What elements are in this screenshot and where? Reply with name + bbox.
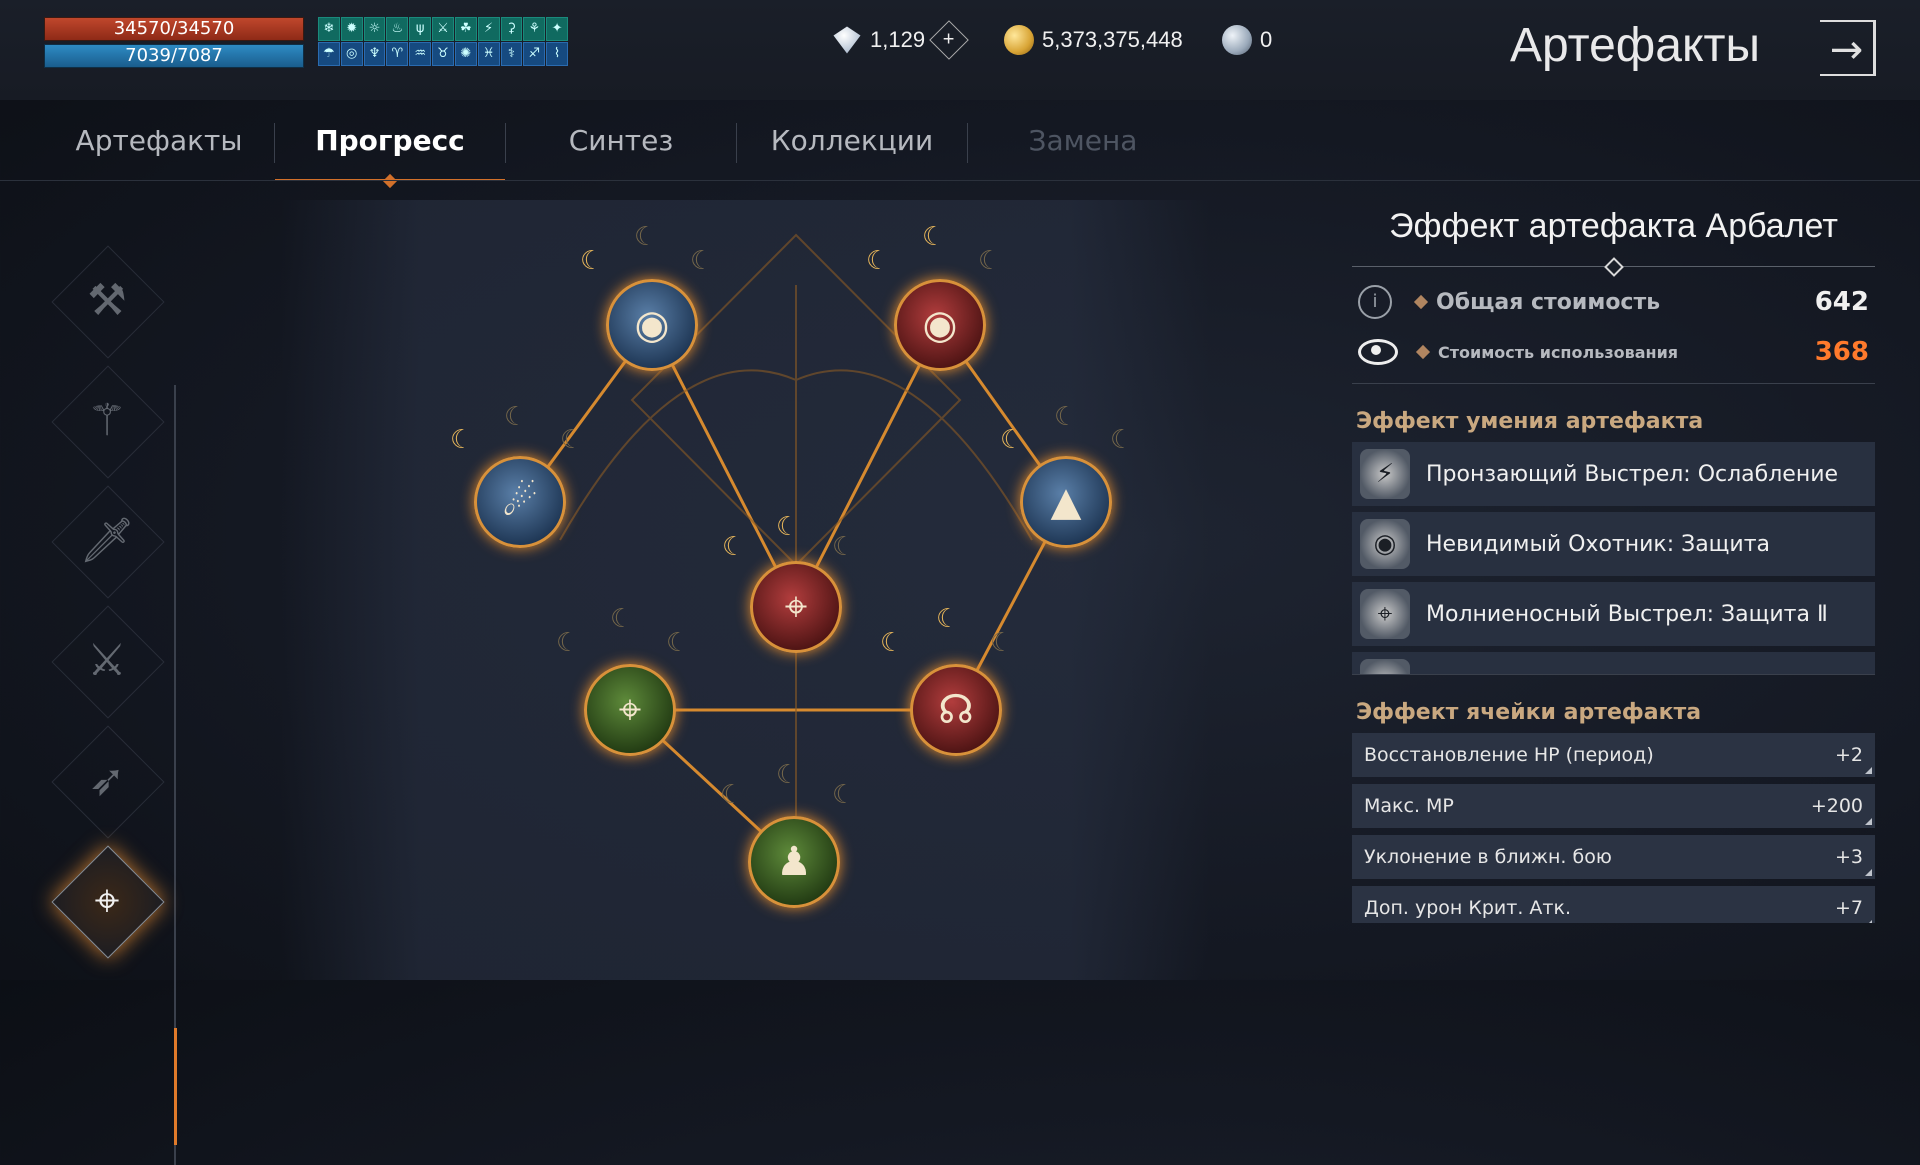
artifact-effect-panel: Эффект артефакта Арбалет i Общая стоимос… xyxy=(1352,196,1875,923)
skill-effect-item[interactable]: ◉ Невидимый Охотник: Защита xyxy=(1352,512,1875,576)
skill-effect-heading: Эффект умения артефакта xyxy=(1356,409,1704,434)
artifact-node-3[interactable]: ☄ xyxy=(474,456,566,548)
moon-slot-icon: ☾ xyxy=(1000,425,1024,455)
artifact-node-1[interactable]: ◉ xyxy=(606,279,698,371)
moon-slot-icon: ☾ xyxy=(666,628,690,658)
moon-slot-icon: ☾ xyxy=(580,246,604,276)
moon-slot-icon: ☾ xyxy=(450,425,474,455)
cost-diamond-icon xyxy=(1415,344,1431,360)
cost-diamond-icon xyxy=(1413,294,1429,310)
cell-effect-list[interactable]: Восстановление HP (период) +2 Макс. MP +200… xyxy=(1352,733,1875,923)
connector-line xyxy=(794,324,942,608)
moon-slot-icon: ☾ xyxy=(720,780,744,810)
total-cost-label: Общая стоимость xyxy=(1436,289,1661,315)
skill-name: Пронзающий Выстрел: Ослабление xyxy=(1426,461,1839,487)
skill-effect-list[interactable]: ⚡ Пронзающий Выстрел: Ослабление ◉ Невидимы… xyxy=(1352,442,1875,675)
skill-effect-item[interactable]: ⚡ Пронзающий Выстрел: Ослабление xyxy=(1352,442,1875,506)
cell-effect-label: Макс. MP xyxy=(1364,795,1454,817)
cell-effect-item[interactable]: Уклонение в ближн. бою +3 xyxy=(1352,835,1875,879)
total-cost-value: 642 xyxy=(1814,287,1869,317)
use-cost-row: Стоимость использования 368 xyxy=(1352,327,1875,377)
skill-icon: ⚡ xyxy=(1360,449,1410,499)
moon-slot-icon: ☾ xyxy=(936,604,960,634)
moon-slot-icon: ☾ xyxy=(560,425,584,455)
use-cost-value: 368 xyxy=(1814,337,1869,367)
moon-slot-icon: ☾ xyxy=(776,760,800,790)
connector-line xyxy=(650,324,798,608)
skill-icon: ◉ xyxy=(1360,519,1410,569)
skill-icon: ⌖ xyxy=(1360,589,1410,639)
cell-effect-label: Уклонение в ближн. бою xyxy=(1364,846,1612,868)
section-divider xyxy=(1352,383,1875,384)
moon-slot-icon: ☾ xyxy=(722,532,746,562)
cell-effect-item[interactable]: Доп. урон Крит. Атк. +7 xyxy=(1352,886,1875,923)
moon-slot-icon: ☾ xyxy=(832,532,856,562)
panel-divider xyxy=(1352,266,1875,267)
cell-effect-value: +2 xyxy=(1834,744,1863,766)
moon-slot-icon: ☾ xyxy=(880,628,904,658)
artifact-node-6[interactable]: ⌖ xyxy=(584,664,676,756)
cell-effect-value: +3 xyxy=(1834,846,1863,868)
artifact-node-2[interactable]: ◉ xyxy=(894,279,986,371)
rail-active-indicator xyxy=(174,1028,177,1145)
cell-effect-value: +7 xyxy=(1834,897,1863,919)
cell-effect-label: Восстановление HP (период) xyxy=(1364,744,1654,766)
artifact-node-8[interactable]: ♟ xyxy=(748,816,840,908)
cell-effect-heading: Эффект ячейки артефакта xyxy=(1356,700,1702,725)
artifact-node-5[interactable]: ⌖ xyxy=(750,561,842,653)
moon-slot-icon: ☾ xyxy=(504,402,528,432)
eye-icon[interactable] xyxy=(1358,339,1398,365)
cell-effect-item[interactable]: Макс. MP +200 xyxy=(1352,784,1875,828)
moon-slot-icon: ☾ xyxy=(866,246,890,276)
panel-title: Эффект артефакта Арбалет xyxy=(1389,207,1838,245)
moon-slot-icon: ☾ xyxy=(990,628,1014,658)
skill-name: Невидимый Охотник: Защита xyxy=(1426,531,1770,557)
total-cost-row: i Общая стоимость 642 xyxy=(1352,277,1875,327)
cell-effect-item[interactable]: Восстановление HP (период) +2 xyxy=(1352,733,1875,777)
skill-icon: ◐ xyxy=(1360,659,1410,674)
moon-slot-icon: ☾ xyxy=(978,246,1002,276)
artifact-node-4[interactable]: ▲ xyxy=(1020,456,1112,548)
info-icon[interactable]: i xyxy=(1358,285,1392,319)
skill-effect-item[interactable]: ◐ xyxy=(1352,652,1875,674)
moon-slot-icon: ☾ xyxy=(776,512,800,542)
moon-slot-icon: ☾ xyxy=(922,222,946,252)
cell-effect-label: Доп. урон Крит. Атк. xyxy=(1364,897,1571,919)
moon-slot-icon: ☾ xyxy=(832,780,856,810)
moon-slot-icon: ☾ xyxy=(1054,402,1078,432)
artifact-node-7[interactable]: ☊ xyxy=(910,664,1002,756)
moon-slot-icon: ☾ xyxy=(610,604,634,634)
use-cost-label: Стоимость использования xyxy=(1438,342,1679,362)
moon-slot-icon: ☾ xyxy=(556,628,580,658)
skill-effect-item[interactable]: ⌖ Молниеносный Выстрел: Защита Ⅱ xyxy=(1352,582,1875,646)
moon-slot-icon: ☾ xyxy=(1110,425,1134,455)
skill-name: Молниеносный Выстрел: Защита Ⅱ xyxy=(1426,601,1828,627)
moon-slot-icon: ☾ xyxy=(690,246,714,276)
cell-effect-value: +200 xyxy=(1810,795,1863,817)
moon-slot-icon: ☾ xyxy=(634,222,658,252)
